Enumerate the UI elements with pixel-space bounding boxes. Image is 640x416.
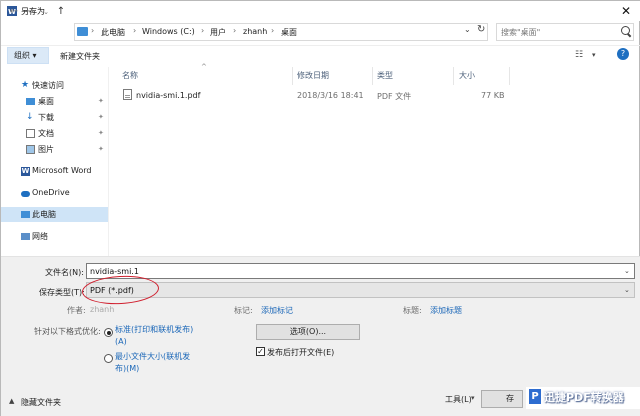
column-separator[interactable] <box>372 67 373 85</box>
tools-dropdown-icon[interactable]: ▾ <box>471 394 475 402</box>
breadcrumb-separator: › <box>233 26 237 35</box>
pin-icon[interactable]: ✦ <box>98 97 104 105</box>
column-header-name[interactable]: 名称 <box>122 70 138 81</box>
breadcrumb-zhanh[interactable]: zhanh <box>243 27 267 36</box>
computer-icon <box>21 211 30 218</box>
radio-minimum-label-1[interactable]: 最小文件大小(联机发 <box>115 351 190 363</box>
radio-standard-label-1[interactable]: 标准(打印和联机发布) <box>115 324 193 336</box>
chevron-up-icon[interactable]: ▲ <box>9 397 14 405</box>
hide-folders-button[interactable]: 隐藏文件夹 <box>21 397 61 408</box>
publish-button[interactable]: 存 <box>481 390 523 408</box>
forward-arrow-icon[interactable]: → <box>23 5 37 19</box>
author-label: 作者: <box>67 306 86 315</box>
column-header-size[interactable]: 大小 <box>459 70 475 81</box>
file-size: 77 KB <box>481 91 505 100</box>
sidebar-item-this-pc[interactable]: 此电脑 <box>1 207 108 222</box>
filetype-dropdown-icon[interactable]: ⌄ <box>624 286 630 294</box>
save-as-dialog: W 另存为 ✕ ← → ⌄ ↑ › 此电脑 › Windows (C:) › 用… <box>0 0 640 416</box>
filename-field[interactable] <box>86 263 635 279</box>
file-type: PDF 文件 <box>377 92 412 101</box>
recent-locations-chevron-icon[interactable]: ⌄ <box>39 5 53 19</box>
view-options-icon[interactable]: ☷ <box>575 50 583 60</box>
breadcrumb-desktop[interactable]: 桌面 <box>281 27 297 38</box>
computer-icon <box>77 27 88 36</box>
sort-ascending-icon: ^ <box>201 63 207 71</box>
column-header-modified[interactable]: 修改日期 <box>297 70 329 81</box>
breadcrumb-separator: › <box>271 26 275 35</box>
breadcrumb-separator: › <box>91 26 95 35</box>
watermark-text: 迅捷PDF转换器 <box>544 391 624 404</box>
breadcrumb-windows-c[interactable]: Windows (C:) <box>142 27 195 36</box>
column-separator[interactable] <box>453 67 454 85</box>
pdf-file-icon <box>123 89 132 100</box>
filename-dropdown-icon[interactable]: ⌄ <box>624 267 630 275</box>
search-input[interactable]: 搜索"桌面" <box>501 27 540 38</box>
open-after-publish-checkbox[interactable]: ✓ <box>256 347 265 356</box>
view-dropdown-icon[interactable]: ▾ <box>592 51 596 59</box>
file-name[interactable]: nvidia-smi.1.pdf <box>136 91 200 100</box>
pin-icon[interactable]: ✦ <box>98 129 104 137</box>
add-tags-link[interactable]: 添加标记 <box>261 305 293 316</box>
publish-button-label: 存 <box>506 394 514 403</box>
sidebar-item-pictures[interactable]: 图片 ✦ <box>1 142 108 157</box>
tags-label: 标记: <box>234 306 253 315</box>
download-icon: ↓ <box>26 112 34 122</box>
sidebar-item-quick-access[interactable]: ★ 快速访问 <box>1 78 108 93</box>
open-after-publish-label[interactable]: 发布后打开文件(E) <box>267 347 334 358</box>
new-folder-button[interactable]: 新建文件夹 <box>60 51 100 62</box>
document-icon <box>26 129 35 138</box>
pane-divider <box>108 67 109 256</box>
sidebar-item-downloads[interactable]: ↓ 下载 ✦ <box>1 110 108 125</box>
filetype-label: 保存类型(T): <box>39 288 85 297</box>
title-bar <box>1 1 640 21</box>
column-separator[interactable] <box>509 67 510 85</box>
word-icon: W <box>21 167 30 176</box>
tools-menu[interactable]: 工具(L) <box>445 394 472 405</box>
breadcrumb-users[interactable]: 用户 <box>210 27 226 38</box>
optimize-label: 针对以下格式优化: <box>34 327 101 336</box>
picture-icon <box>26 145 35 154</box>
sidebar-item-onedrive[interactable]: OneDrive <box>1 186 108 201</box>
add-title-link[interactable]: 添加标题 <box>430 305 462 316</box>
desktop-icon <box>26 98 35 105</box>
filename-value[interactable]: nvidia-smi.1 <box>90 267 139 276</box>
author-value[interactable]: zhanh <box>90 305 114 314</box>
up-arrow-icon[interactable]: ↑ <box>54 5 68 19</box>
back-arrow-icon[interactable]: ← <box>7 5 21 19</box>
filetype-select[interactable] <box>86 282 635 298</box>
options-button[interactable]: 选项(O)... <box>256 324 360 340</box>
pin-icon[interactable]: ✦ <box>98 145 104 153</box>
column-header-type[interactable]: 类型 <box>377 70 393 81</box>
search-icon[interactable] <box>621 26 630 35</box>
filename-label: 文件名(N): <box>45 268 84 277</box>
title-label: 标题: <box>403 306 422 315</box>
refresh-icon[interactable]: ↻ <box>477 24 485 35</box>
help-icon[interactable]: ? <box>617 48 629 60</box>
radio-standard-label-2[interactable]: (A) <box>115 336 127 348</box>
watermark-logo-icon: P <box>529 389 541 404</box>
address-dropdown-icon[interactable]: ⌄ <box>464 25 471 34</box>
radio-standard[interactable] <box>104 328 113 337</box>
radio-minimum-size[interactable] <box>104 354 113 363</box>
pin-icon[interactable]: ✦ <box>98 113 104 121</box>
breadcrumb-separator: › <box>133 26 137 35</box>
sidebar-item-network[interactable]: 网络 <box>1 229 108 244</box>
star-icon: ★ <box>21 80 30 90</box>
sidebar-item-microsoft-word[interactable]: W Microsoft Word <box>1 164 108 179</box>
network-icon <box>21 233 30 240</box>
close-icon[interactable]: ✕ <box>614 3 638 19</box>
column-separator[interactable] <box>292 67 293 85</box>
file-modified: 2018/3/16 18:41 <box>297 91 364 100</box>
breadcrumb-this-pc[interactable]: 此电脑 <box>101 27 125 38</box>
cloud-icon <box>21 191 30 197</box>
sidebar-item-desktop[interactable]: 桌面 ✦ <box>1 94 108 109</box>
breadcrumb-separator: › <box>201 26 205 35</box>
radio-minimum-label-2[interactable]: 布)(M) <box>115 363 139 375</box>
organize-button[interactable]: 组织 ▾ <box>7 47 49 64</box>
sidebar-item-documents[interactable]: 文档 ✦ <box>1 126 108 141</box>
